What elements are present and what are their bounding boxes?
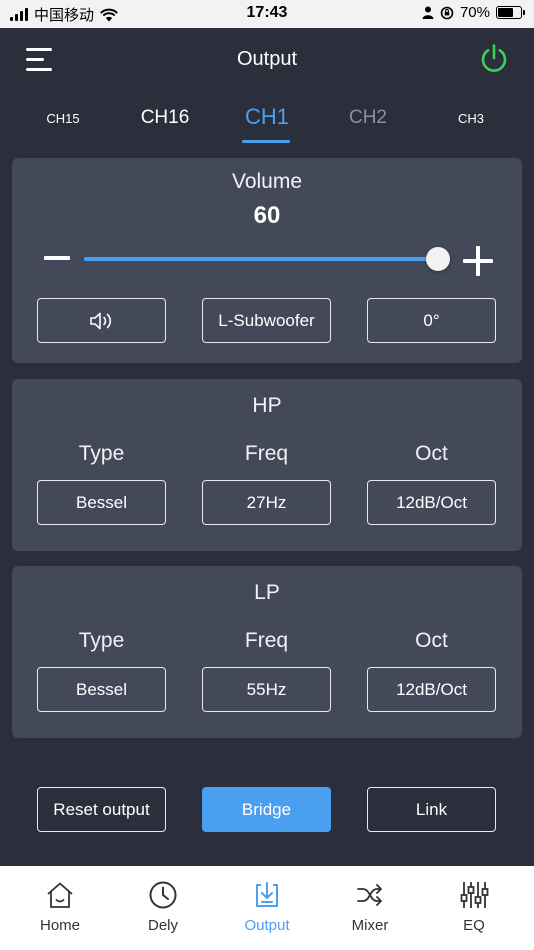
volume-decrease-button[interactable]	[44, 256, 70, 260]
power-button[interactable]	[478, 42, 510, 74]
lp-oct-label: Oct	[415, 629, 448, 652]
equalizer-icon	[460, 882, 489, 908]
hp-freq-label: Freq	[244, 442, 289, 465]
bridge-button[interactable]: Bridge	[202, 787, 331, 832]
volume-value: 60	[253, 202, 281, 229]
lp-freq-button[interactable]: 55Hz	[202, 667, 331, 712]
app-header: Output	[0, 28, 534, 94]
hp-type-button[interactable]: Bessel	[37, 480, 166, 525]
status-right: 70%	[422, 4, 525, 21]
tab-ch15[interactable]: CH15	[13, 111, 113, 126]
hp-panel: HP Type Freq Oct Bessel 27Hz 12dB/Oct	[12, 379, 522, 551]
nav-output-label: Output	[244, 917, 290, 934]
lp-oct-button[interactable]: 12dB/Oct	[367, 667, 496, 712]
nav-dely[interactable]: Dely	[110, 866, 216, 950]
speaker-type-button[interactable]: L-Subwoofer	[202, 298, 331, 343]
shuffle-icon	[357, 884, 382, 906]
active-tab-indicator	[242, 140, 290, 143]
power-icon	[481, 44, 507, 72]
battery-percent: 70%	[459, 4, 490, 21]
page-title: Output	[236, 48, 298, 70]
volume-slider-fill	[84, 257, 438, 261]
rotation-lock-icon	[440, 6, 454, 19]
hp-type-label: Type	[78, 442, 125, 465]
status-bar: 中国移动 17:43 70%	[0, 0, 534, 28]
lp-type-button[interactable]: Bessel	[37, 667, 166, 712]
tab-ch1[interactable]: CH1	[217, 104, 317, 130]
nav-home-label: Home	[39, 917, 80, 934]
nav-mixer[interactable]: Mixer	[317, 866, 423, 950]
lp-title: LP	[254, 581, 280, 604]
home-icon	[47, 882, 73, 908]
volume-slider[interactable]	[84, 247, 450, 271]
channel-tabs: CH15 CH16 CH1 CH2 CH3	[0, 100, 534, 146]
person-icon	[422, 6, 434, 19]
phase-button[interactable]: 0°	[367, 298, 496, 343]
hp-title: HP	[252, 394, 282, 417]
clock-icon	[149, 881, 177, 909]
nav-mixer-label: Mixer	[351, 917, 389, 934]
volume-title: Volume	[231, 170, 303, 193]
tab-ch2[interactable]: CH2	[318, 107, 418, 129]
nav-home[interactable]: Home	[7, 866, 113, 950]
bottom-nav: Home Dely Output Mixer EQ	[0, 866, 534, 950]
nav-eq-label: EQ	[463, 917, 485, 934]
volume-increase-button[interactable]	[463, 246, 493, 276]
lp-panel: LP Type Freq Oct Bessel 55Hz 12dB/Oct	[12, 566, 522, 738]
nav-output[interactable]: Output	[214, 866, 320, 950]
volume-panel: Volume 60 L-Subwoofer 0°	[12, 158, 522, 363]
output-icon	[256, 882, 278, 907]
battery-icon	[496, 6, 525, 19]
reset-output-button[interactable]: Reset output	[37, 787, 166, 832]
hp-freq-button[interactable]: 27Hz	[202, 480, 331, 525]
speaker-icon	[89, 312, 111, 329]
volume-slider-thumb[interactable]	[426, 247, 450, 271]
hp-oct-label: Oct	[415, 442, 448, 465]
mute-button[interactable]	[37, 298, 166, 343]
nav-eq[interactable]: EQ	[421, 866, 527, 950]
link-button[interactable]: Link	[367, 787, 496, 832]
lp-freq-label: Freq	[244, 629, 289, 652]
tab-ch3[interactable]: CH3	[421, 111, 521, 126]
hp-oct-button[interactable]: 12dB/Oct	[367, 480, 496, 525]
lp-type-label: Type	[78, 629, 125, 652]
nav-dely-label: Dely	[147, 917, 178, 934]
tab-ch16[interactable]: CH16	[115, 107, 215, 129]
